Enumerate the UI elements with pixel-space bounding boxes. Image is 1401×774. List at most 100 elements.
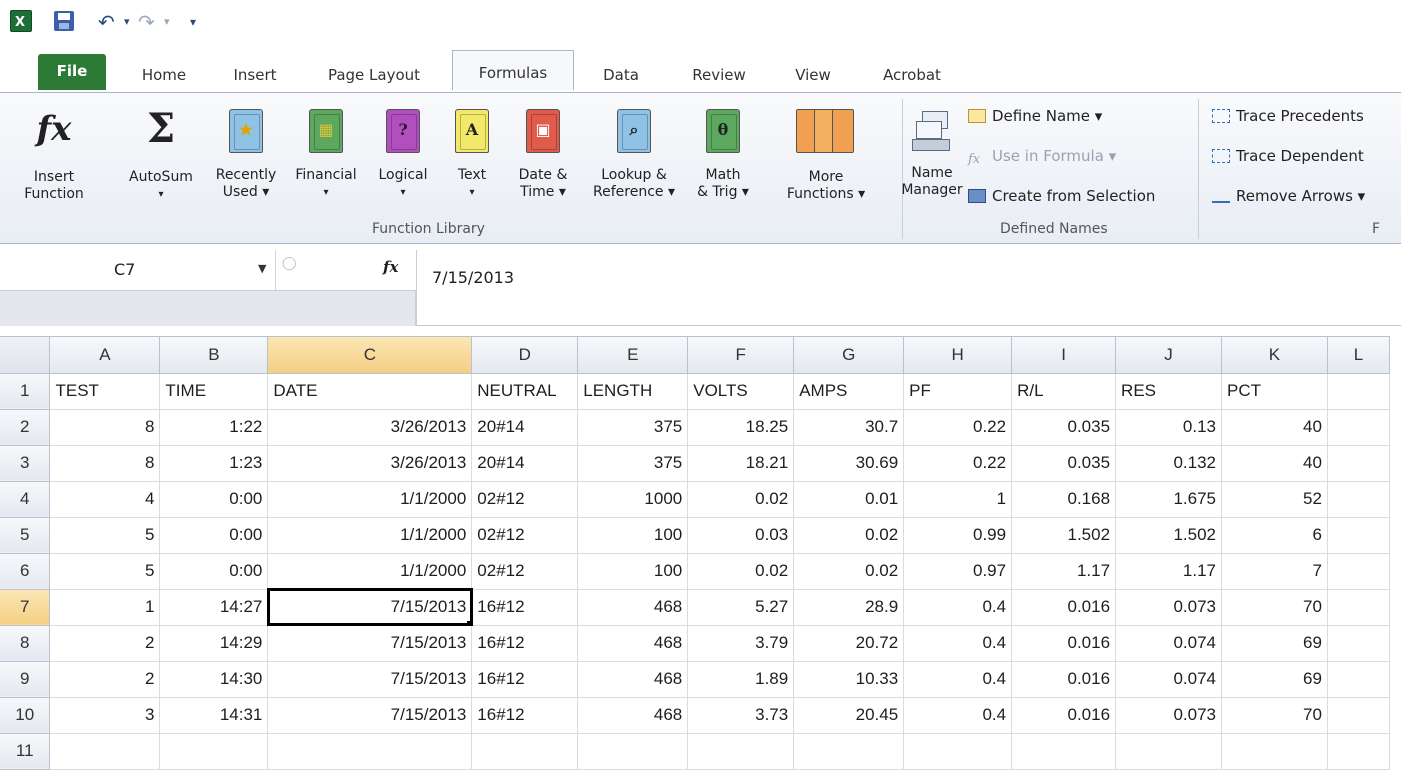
define-name-button[interactable]: Define Name ▾: [968, 105, 1102, 127]
cell-d6[interactable]: 02#12: [471, 553, 579, 590]
tab-home[interactable]: Home: [124, 58, 204, 92]
cell-k8[interactable]: 69: [1221, 625, 1328, 662]
cell-i8[interactable]: 0.016: [1011, 625, 1117, 662]
cell-d1[interactable]: NEUTRAL: [471, 373, 579, 410]
more-functions-button[interactable]: More Functions ▾: [764, 103, 888, 203]
cell-f5[interactable]: 0.03: [687, 517, 795, 554]
name-box[interactable]: C7 ▼: [0, 250, 276, 290]
cell-i1[interactable]: R/L: [1011, 373, 1117, 410]
cell-f2[interactable]: 18.25: [687, 409, 795, 446]
cell-j3[interactable]: 0.132: [1115, 445, 1222, 482]
cell-c3[interactable]: 3/26/2013: [267, 445, 473, 482]
cell-h11[interactable]: [903, 733, 1013, 770]
cell-k7[interactable]: 70: [1221, 589, 1328, 626]
cell-g11[interactable]: [793, 733, 905, 770]
customize-qat-icon[interactable]: ▾: [190, 12, 196, 32]
cell-c4[interactable]: 1/1/2000: [267, 481, 473, 518]
cell-b7[interactable]: 14:27: [159, 589, 269, 626]
cell-c5[interactable]: 1/1/2000: [267, 517, 473, 554]
cell-h9[interactable]: 0.4: [903, 661, 1013, 698]
cell-d9[interactable]: 16#12: [471, 661, 579, 698]
cell-b11[interactable]: [159, 733, 269, 770]
cell-b3[interactable]: 1:23: [159, 445, 269, 482]
cell-f3[interactable]: 18.21: [687, 445, 795, 482]
select-all-corner[interactable]: [0, 337, 51, 374]
cell-i11[interactable]: [1011, 733, 1117, 770]
cell-e5[interactable]: 100: [577, 517, 689, 554]
text-button[interactable]: A Text ▾: [446, 103, 498, 201]
column-header-c[interactable]: C: [267, 337, 473, 374]
cell-h3[interactable]: 0.22: [903, 445, 1013, 482]
cell-d8[interactable]: 16#12: [471, 625, 579, 662]
cell-l2[interactable]: [1327, 409, 1391, 446]
cell-c9[interactable]: 7/15/2013: [267, 661, 473, 698]
name-box-dropdown-icon[interactable]: ▼: [258, 262, 266, 275]
cell-g2[interactable]: 30.7: [793, 409, 905, 446]
cell-c1[interactable]: DATE: [267, 373, 473, 410]
cell-a3[interactable]: 8: [49, 445, 161, 482]
row-header[interactable]: 6: [0, 553, 51, 590]
tab-acrobat[interactable]: Acrobat: [866, 58, 958, 92]
cell-k6[interactable]: 7: [1221, 553, 1328, 590]
cell-h6[interactable]: 0.97: [903, 553, 1013, 590]
cell-g1[interactable]: AMPS: [793, 373, 905, 410]
math-trig-button[interactable]: θ Math & Trig ▾: [686, 103, 760, 201]
cell-k2[interactable]: 40: [1221, 409, 1328, 446]
financial-button[interactable]: ▦ Financial ▾: [286, 103, 366, 201]
cell-f4[interactable]: 0.02: [687, 481, 795, 518]
cell-g7[interactable]: 28.9: [793, 589, 905, 626]
cell-a5[interactable]: 5: [49, 517, 161, 554]
cell-g5[interactable]: 0.02: [793, 517, 905, 554]
cell-e11[interactable]: [577, 733, 689, 770]
cell-g9[interactable]: 10.33: [793, 661, 905, 698]
row-header[interactable]: 8: [0, 625, 51, 662]
row-header[interactable]: 3: [0, 445, 51, 482]
cell-i3[interactable]: 0.035: [1011, 445, 1117, 482]
cell-a2[interactable]: 8: [49, 409, 161, 446]
tab-view[interactable]: View: [778, 58, 848, 92]
formula-bar-cancel-icon[interactable]: ◯: [282, 256, 306, 280]
cell-h2[interactable]: 0.22: [903, 409, 1013, 446]
cell-h7[interactable]: 0.4: [903, 589, 1013, 626]
trace-dependents-button[interactable]: Trace Dependent: [1212, 145, 1364, 167]
cell-e7[interactable]: 468: [577, 589, 689, 626]
tab-file[interactable]: File: [38, 54, 106, 90]
row-header[interactable]: 7: [0, 589, 51, 626]
undo-icon[interactable]: ↶: [98, 12, 115, 32]
cell-a11[interactable]: [49, 733, 161, 770]
cell-c2[interactable]: 3/26/2013: [267, 409, 473, 446]
column-header-g[interactable]: G: [793, 337, 905, 374]
cell-l11[interactable]: [1327, 733, 1391, 770]
redo-icon[interactable]: ↷: [138, 12, 155, 32]
cell-h10[interactable]: 0.4: [903, 697, 1013, 734]
cell-h8[interactable]: 0.4: [903, 625, 1013, 662]
cell-b4[interactable]: 0:00: [159, 481, 269, 518]
cell-g6[interactable]: 0.02: [793, 553, 905, 590]
cell-j11[interactable]: [1115, 733, 1222, 770]
cell-d11[interactable]: [471, 733, 579, 770]
tab-formulas[interactable]: Formulas: [452, 50, 574, 90]
redo-dropdown-icon[interactable]: ▾: [164, 12, 170, 32]
cell-e10[interactable]: 468: [577, 697, 689, 734]
cell-k1[interactable]: PCT: [1221, 373, 1328, 410]
cell-a8[interactable]: 2: [49, 625, 161, 662]
cell-l1[interactable]: [1327, 373, 1391, 410]
cell-g4[interactable]: 0.01: [793, 481, 905, 518]
cell-e3[interactable]: 375: [577, 445, 689, 482]
cell-j8[interactable]: 0.074: [1115, 625, 1222, 662]
column-header-d[interactable]: D: [471, 337, 579, 374]
cell-e2[interactable]: 375: [577, 409, 689, 446]
cell-c8[interactable]: 7/15/2013: [267, 625, 473, 662]
create-from-selection-button[interactable]: Create from Selection: [968, 185, 1155, 207]
cell-d2[interactable]: 20#14: [471, 409, 579, 446]
cell-h4[interactable]: 1: [903, 481, 1013, 518]
cell-f8[interactable]: 3.79: [687, 625, 795, 662]
row-header[interactable]: 5: [0, 517, 51, 554]
column-header-h[interactable]: H: [903, 337, 1013, 374]
cell-k3[interactable]: 40: [1221, 445, 1328, 482]
logical-button[interactable]: ? Logical ▾: [368, 103, 438, 201]
cell-g8[interactable]: 20.72: [793, 625, 905, 662]
cell-d7[interactable]: 16#12: [471, 589, 579, 626]
cell-a9[interactable]: 2: [49, 661, 161, 698]
tab-insert[interactable]: Insert: [214, 58, 296, 92]
